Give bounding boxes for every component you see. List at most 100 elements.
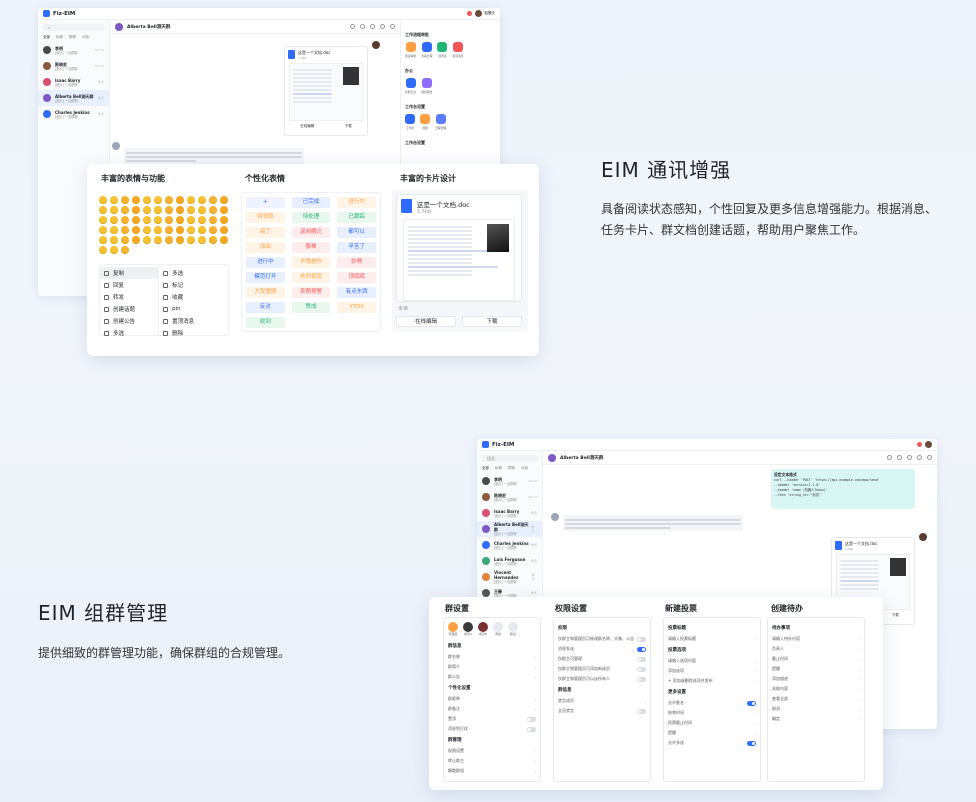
emoji-icon[interactable] (110, 196, 118, 204)
settings-row[interactable]: 转让群主 › (444, 756, 540, 766)
settings-row[interactable]: 置顶 (444, 714, 540, 724)
search-icon[interactable] (360, 24, 365, 29)
emoji-icon[interactable] (121, 216, 129, 224)
toggle-switch[interactable] (637, 708, 646, 714)
emoji-icon[interactable] (220, 226, 228, 234)
sticker-tag[interactable]: 有点东西 (337, 287, 376, 298)
emoji-icon[interactable] (143, 196, 151, 204)
tab-group[interactable]: 群聊 (508, 466, 515, 471)
emoji-icon[interactable] (220, 216, 228, 224)
emoji-icon[interactable] (110, 206, 118, 214)
emoji-icon[interactable] (176, 196, 184, 204)
settings-row[interactable]: 关联内容 › (768, 684, 864, 694)
emoji-icon[interactable] (110, 216, 118, 224)
settings-row[interactable]: 仅群主和管理员可以@所有人 (554, 674, 650, 684)
tab-group[interactable]: 群聊 (69, 35, 76, 40)
emoji-icon[interactable] (154, 236, 162, 244)
emoji-icon[interactable] (165, 216, 173, 224)
toggle-switch[interactable] (527, 716, 536, 722)
contact-item[interactable]: 李明 [图片] 一加群聊 09:32 (38, 42, 109, 58)
sticker-tag[interactable]: 大受震撼 (246, 287, 285, 298)
download-button[interactable]: 下载 (462, 316, 522, 327)
sticker-tag[interactable]: 收到 (246, 317, 285, 328)
sticker-tag[interactable]: 待处理 (291, 212, 331, 223)
calendar-icon[interactable] (421, 42, 432, 52)
more-icon[interactable] (390, 24, 395, 29)
sticker-tag[interactable]: 妙啊 (337, 257, 376, 268)
settings-row[interactable]: 消息发送 (554, 644, 650, 654)
emoji-icon[interactable] (110, 246, 118, 254)
emoji-icon[interactable] (132, 236, 140, 244)
search-input[interactable]: ⌕ (42, 24, 105, 31)
sticker-tag[interactable]: 模范打开 (246, 272, 285, 283)
member-item[interactable]: 移出 (508, 622, 518, 636)
notification-icon[interactable] (466, 11, 472, 16)
emoji-icon[interactable] (198, 196, 206, 204)
contact-item[interactable]: Vincent Hernandez [图片] 一加群聊 昨天 (477, 569, 542, 585)
emoji-icon[interactable] (143, 226, 151, 234)
sticker-tag[interactable]: 加油 (246, 242, 285, 253)
more-icon[interactable] (927, 455, 932, 460)
emoji-icon[interactable] (165, 206, 173, 214)
video-icon[interactable] (420, 114, 430, 124)
sticker-tag[interactable]: 不愧是你 (291, 257, 331, 268)
contact-item[interactable]: 李明 [图片] 一加群聊 09:32 (477, 473, 542, 489)
emoji-icon[interactable] (121, 206, 129, 214)
contact-item[interactable]: Charles Jenkins [图片] 一加群聊 昨天 (477, 537, 542, 553)
emoji-icon[interactable] (143, 236, 151, 244)
context-menu-item[interactable]: 创建话题 (100, 303, 158, 315)
file-message-card[interactable]: 这是一个文档.doc 1.5kb 在线编辑 下载 (284, 46, 368, 136)
sticker-tag[interactable]: 待领取 (246, 212, 285, 223)
contact-item[interactable]: Isaac Barry [图片] 一加群聊 昨天 (38, 74, 109, 90)
contact-item[interactable]: Charles Jenkins [图片] 一加群聊 昨天 (38, 106, 109, 122)
report-icon[interactable] (421, 78, 432, 88)
context-menu-item[interactable]: 复制 (100, 267, 159, 279)
emoji-icon[interactable] (165, 236, 173, 244)
emoji-icon[interactable] (220, 206, 228, 214)
tab-private[interactable]: 私聊 (495, 466, 502, 471)
emoji-icon[interactable] (165, 226, 173, 234)
settings-row[interactable]: 群简介 › (444, 662, 540, 672)
sticker-tag[interactable]: 已跟踪 (337, 212, 376, 223)
notification-icon[interactable] (917, 442, 922, 447)
cloud-doc-icon[interactable] (405, 78, 416, 88)
emoji-icon[interactable] (198, 236, 206, 244)
tab-private[interactable]: 私聊 (56, 35, 63, 40)
emoji-icon[interactable] (209, 216, 217, 224)
context-menu-item[interactable]: 多选 (100, 327, 158, 339)
search-icon[interactable] (897, 455, 902, 460)
sticker-tag[interactable]: 进行中 (246, 257, 285, 268)
emoji-icon[interactable] (99, 196, 107, 204)
toggle-switch[interactable] (747, 700, 756, 706)
context-menu-item[interactable]: 创建公告 (100, 315, 158, 327)
emoji-icon[interactable] (176, 206, 184, 214)
contact-item[interactable]: 陈晓宏 [图片] 一加群聊 09:13 (38, 58, 109, 74)
pin-icon[interactable] (907, 455, 912, 460)
search-input[interactable]: 搜索 (481, 455, 538, 462)
settings-row[interactable]: 禁言成员 › (554, 696, 650, 706)
settings-row[interactable]: 仅群主和管理员可修改群名称、头像、公告 (554, 634, 650, 644)
toggle-switch[interactable] (637, 636, 646, 642)
sticker-tag[interactable]: 赞成 (291, 302, 331, 313)
emoji-icon[interactable] (187, 226, 195, 234)
file-icon[interactable] (887, 455, 892, 460)
emoji-icon[interactable] (132, 206, 140, 214)
context-menu-item[interactable]: 多选 (159, 267, 228, 279)
sticker-tag[interactable]: 返岗搬迁 (291, 227, 331, 238)
sticker-tag[interactable]: + (246, 197, 285, 208)
toggle-switch[interactable] (747, 740, 756, 746)
file-card[interactable]: 这是一个文档.doc 1.5kb (396, 194, 522, 302)
contact-item[interactable]: Alberta Bell测天群 [图片] 一加群聊 昨天 (477, 521, 542, 537)
toggle-switch[interactable] (637, 646, 646, 652)
emoji-icon[interactable] (121, 246, 129, 254)
member-item[interactable]: 添加 (493, 622, 503, 636)
context-menu-item[interactable]: 删除 (159, 327, 228, 339)
settings-row[interactable]: 群备注 › (444, 704, 540, 714)
sticker-tag[interactable]: 辛苦了 (337, 242, 376, 253)
emoji-icon[interactable] (110, 236, 118, 244)
sticker-tag[interactable]: 卖萌预警 (291, 287, 331, 298)
settings-row[interactable]: 请输入投票标题 › (664, 634, 760, 644)
emoji-icon[interactable] (121, 196, 129, 204)
sticker-tag[interactable]: 都可以 (337, 227, 376, 238)
settings-row[interactable]: 仅群主可管理 (554, 654, 650, 664)
